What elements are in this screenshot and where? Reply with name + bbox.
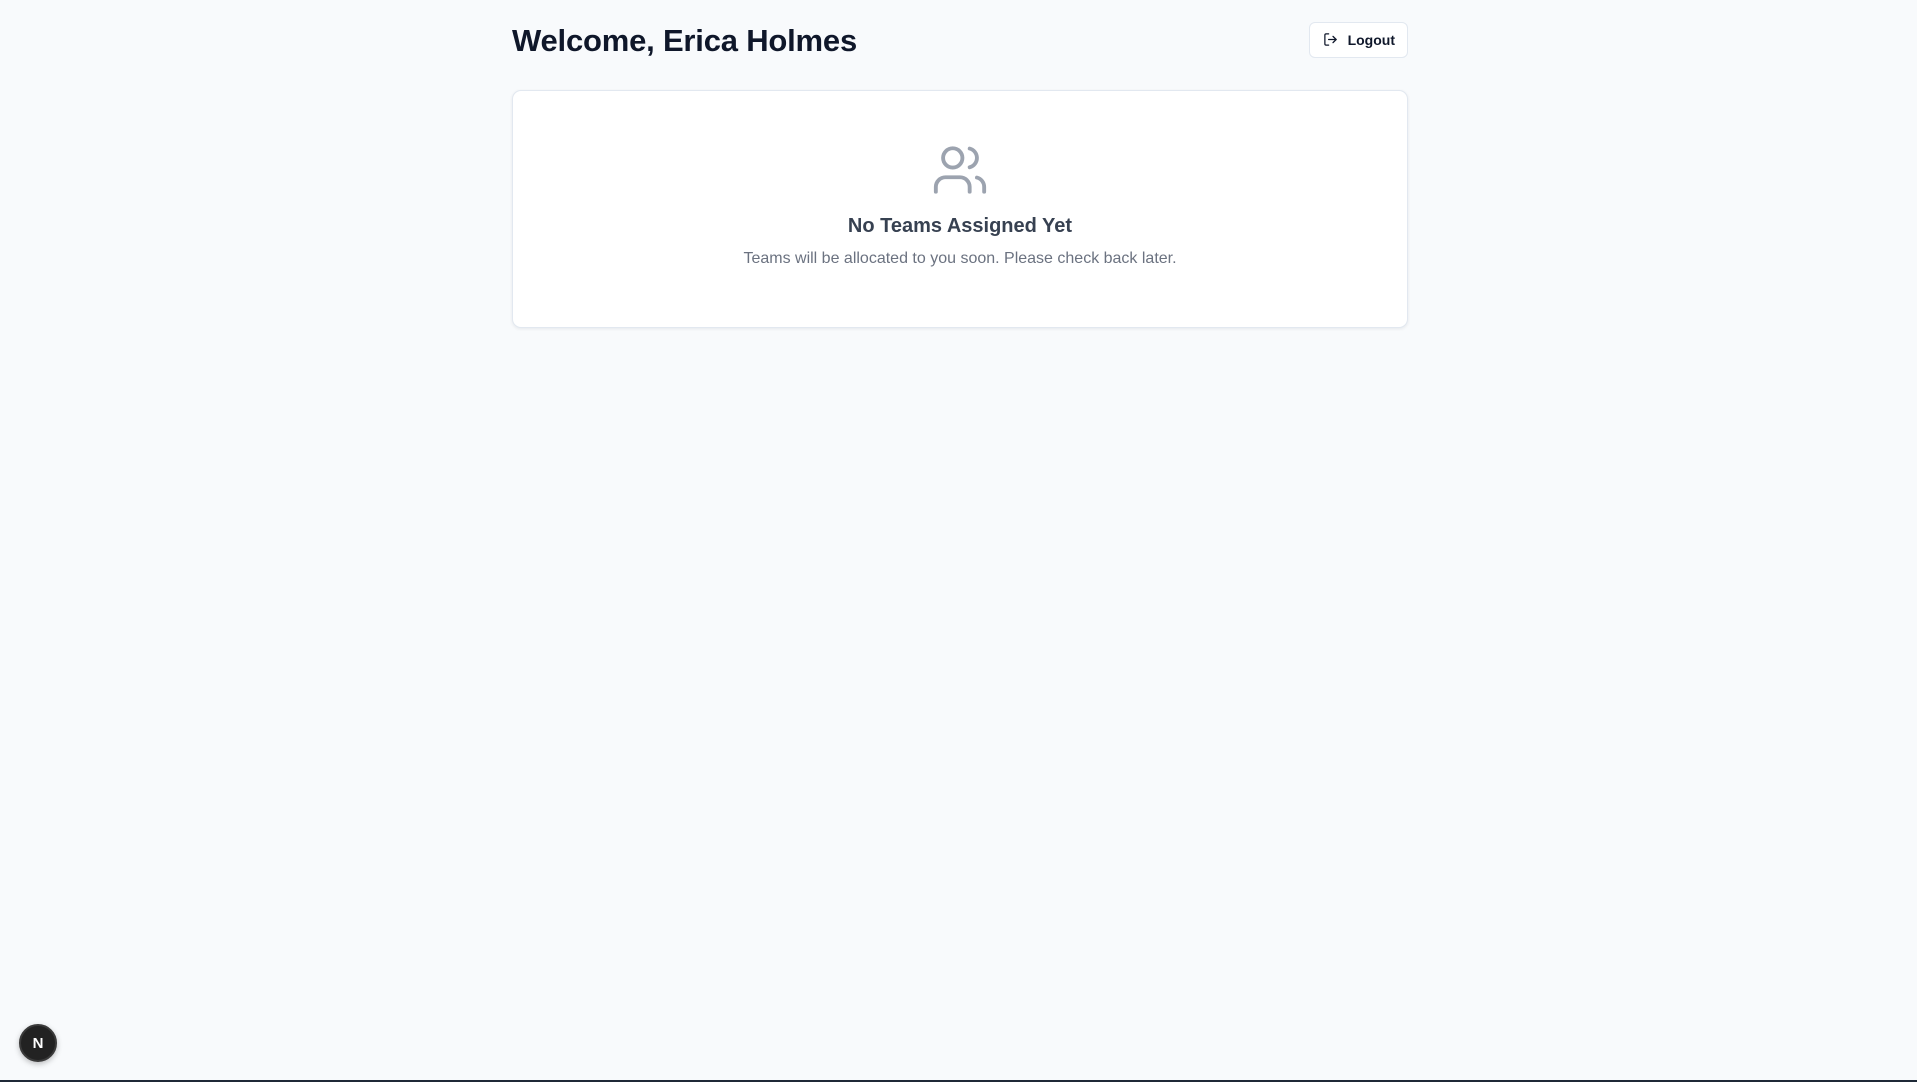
nextjs-icon: N xyxy=(32,1034,44,1052)
logout-button[interactable]: Logout xyxy=(1308,21,1408,58)
page-header: Welcome, Erica Holmes Logout xyxy=(512,0,1408,84)
users-icon xyxy=(930,141,990,199)
empty-state-message: Teams will be allocated to you soon. Ple… xyxy=(743,250,1177,267)
logout-icon xyxy=(1323,32,1338,47)
empty-state-title: No Teams Assigned Yet xyxy=(847,215,1073,237)
empty-state-card: No Teams Assigned Yet Teams will be allo… xyxy=(512,90,1408,328)
page-title: Welcome, Erica Holmes xyxy=(512,23,857,58)
nextjs-dev-badge[interactable]: N xyxy=(19,1024,57,1062)
main-container: Welcome, Erica Holmes Logout No Teams As… xyxy=(512,0,1408,328)
logout-label: Logout xyxy=(1347,31,1395,48)
